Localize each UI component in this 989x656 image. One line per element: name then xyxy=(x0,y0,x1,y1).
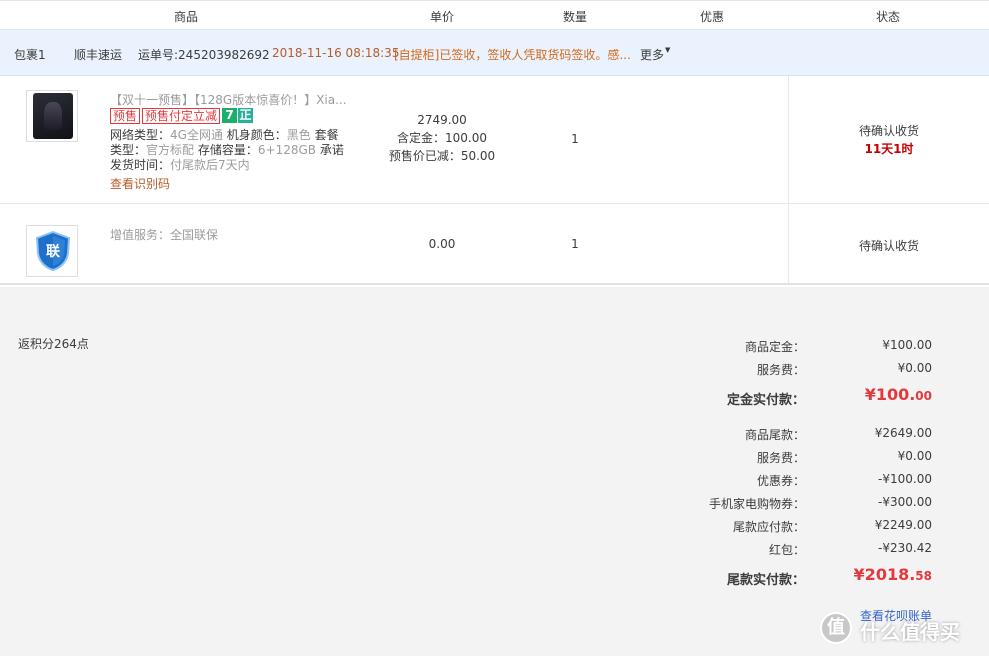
col-header-qty: 数量 xyxy=(563,10,588,24)
product-spec: 网络类型：4G全网通 机身颜色：黑色 套餐类型：官方标配 存储容量：6+128G… xyxy=(110,128,350,173)
product-title[interactable]: 【双十一预售】【128G版本惊喜价！】Xia... xyxy=(110,91,347,108)
spec-value: 官方标配 xyxy=(146,143,195,157)
seven-day-return-icon: 7 xyxy=(222,108,238,123)
more-dropdown[interactable]: 更多▼ xyxy=(640,46,670,63)
summary-label: 手机家电购物券： xyxy=(708,497,805,511)
waybill-number: 运单号:245203982692 xyxy=(138,48,270,62)
summary-row: 手机家电购物券： -¥300.00 xyxy=(600,493,940,513)
service-label: 增值服务： xyxy=(110,228,171,242)
summary-label: 服务费： xyxy=(756,363,805,377)
summary-label: 尾款应付款： xyxy=(732,520,805,534)
points-reward: 返积分264点 xyxy=(18,337,89,351)
spec-key: 网络类型： xyxy=(110,128,171,142)
spec-key: 存储容量： xyxy=(197,143,258,157)
genuine-icon: 正 xyxy=(238,108,254,123)
summary-value: -¥230.42 xyxy=(878,541,932,555)
summary-row: 商品定金： ¥100.00 xyxy=(600,336,940,356)
amount-integer: ¥2018. xyxy=(853,565,916,584)
summary-value: -¥100.00 xyxy=(878,472,932,486)
spec-value: 6+128GB xyxy=(257,143,316,157)
product-thumbnail[interactable] xyxy=(26,90,78,142)
deposit-amount: 含定金：100.00 xyxy=(397,131,487,145)
summary-value: ¥2249.00 xyxy=(874,518,932,532)
summary-value: -¥300.00 xyxy=(878,495,932,509)
summary-label: 商品尾款： xyxy=(744,428,805,442)
summary-label: 商品定金： xyxy=(744,340,805,354)
summary-label: 定金实付款： xyxy=(726,393,805,408)
delivery-status: [自提柜]已签收，签收人凭取货码签收。感... xyxy=(394,48,631,62)
spec-value: 黑色 xyxy=(286,128,311,142)
summary-label: 尾款实付款： xyxy=(726,573,805,588)
summary-row: 服务费： ¥0.00 xyxy=(600,447,940,467)
package-label: 包裹1 xyxy=(14,48,46,62)
summary-row: 尾款应付款： ¥2249.00 xyxy=(600,516,940,536)
amount-decimal: 58 xyxy=(915,569,932,583)
status-text: 待确认收货 xyxy=(858,124,919,138)
col-header-discount: 优惠 xyxy=(700,10,725,24)
order-item-row: 【双十一预售】【128G版本惊喜价！】Xia... 预售 预售付定立减 7 正 网络类… xyxy=(0,76,989,204)
presale-discount: 预售价已减：50.00 xyxy=(388,149,496,163)
spec-key: 机身颜色： xyxy=(226,128,287,142)
order-item-row: 联 增值服务：全国联保 0.00 1 待确认收货 xyxy=(0,204,989,285)
quantity: 1 xyxy=(571,132,579,146)
package-info-bar: 包裹1 顺丰速运 运单号:245203982692 2018-11-16 08:… xyxy=(0,30,989,76)
summary-value: ¥0.00 xyxy=(897,361,932,375)
summary-label: 优惠券： xyxy=(756,474,805,488)
summary-label: 服务费： xyxy=(756,451,805,465)
summary-row: 服务费： ¥0.00 xyxy=(600,359,940,379)
payment-summary: 返积分264点 商品定金： ¥100.00 服务费： ¥0.00 定金实付款： … xyxy=(0,287,989,656)
deposit-paid-amount: ¥100.00 xyxy=(865,385,932,404)
caret-down-icon: ▼ xyxy=(665,46,671,54)
delivery-time: 2018-11-16 08:18:35 xyxy=(272,46,400,60)
amount-integer: ¥100. xyxy=(864,385,916,404)
unit-price: 0.00 xyxy=(428,237,456,251)
view-serial-link[interactable]: 查看识别码 xyxy=(110,175,170,192)
service-info: 增值服务：全国联保 xyxy=(110,226,218,243)
tag-presale-deposit: 预售付定立减 xyxy=(142,108,221,124)
shield-label: 联 xyxy=(46,244,61,260)
summary-value: ¥2649.00 xyxy=(874,426,932,440)
spec-value: 付尾款后7天内 xyxy=(170,158,250,172)
summary-value: ¥100.00 xyxy=(882,338,932,352)
watermark-logo-icon: 值 xyxy=(820,612,852,644)
summary-row: 优惠券： -¥100.00 xyxy=(600,470,940,490)
amount-decimal: 00 xyxy=(915,389,932,403)
product-tags: 预售 预售付定立减 7 正 xyxy=(110,108,254,124)
col-header-price: 单价 xyxy=(430,10,455,24)
service-value: 全国联保 xyxy=(170,228,219,242)
warranty-shield-icon: 联 xyxy=(35,231,71,271)
spec-value: 4G全网通 xyxy=(170,128,223,142)
quantity: 1 xyxy=(571,237,579,251)
tag-presale: 预售 xyxy=(110,108,141,124)
final-paid-amount: ¥2018.58 xyxy=(854,565,932,584)
summary-value: ¥0.00 xyxy=(897,449,932,463)
deposit-paid-row: 定金实付款： ¥100.00 xyxy=(600,385,940,408)
summary-row: 商品尾款： ¥2649.00 xyxy=(600,424,940,444)
item-status: 待确认收货 xyxy=(858,239,919,253)
col-header-product: 商品 xyxy=(174,10,199,24)
final-paid-row: 尾款实付款： ¥2018.58 xyxy=(600,565,940,588)
watermark-text: 什么值得买 xyxy=(860,620,960,644)
col-header-status: 状态 xyxy=(876,10,901,24)
order-table-header: 商品 单价 数量 优惠 状态 xyxy=(0,0,989,30)
countdown: 11天1时 xyxy=(864,142,914,156)
more-label: 更多 xyxy=(640,48,665,62)
price-block: 2749.00 含定金：100.00 预售价已减：50.00 xyxy=(372,111,512,165)
carrier-name: 顺丰速运 xyxy=(74,48,123,62)
item-status: 待确认收货 11天1时 xyxy=(789,122,989,158)
summary-row: 红包： -¥230.42 xyxy=(600,539,940,559)
unit-price: 2749.00 xyxy=(417,113,467,127)
service-thumbnail[interactable]: 联 xyxy=(26,225,78,277)
summary-label: 红包： xyxy=(768,543,805,557)
phone-image xyxy=(33,93,73,139)
